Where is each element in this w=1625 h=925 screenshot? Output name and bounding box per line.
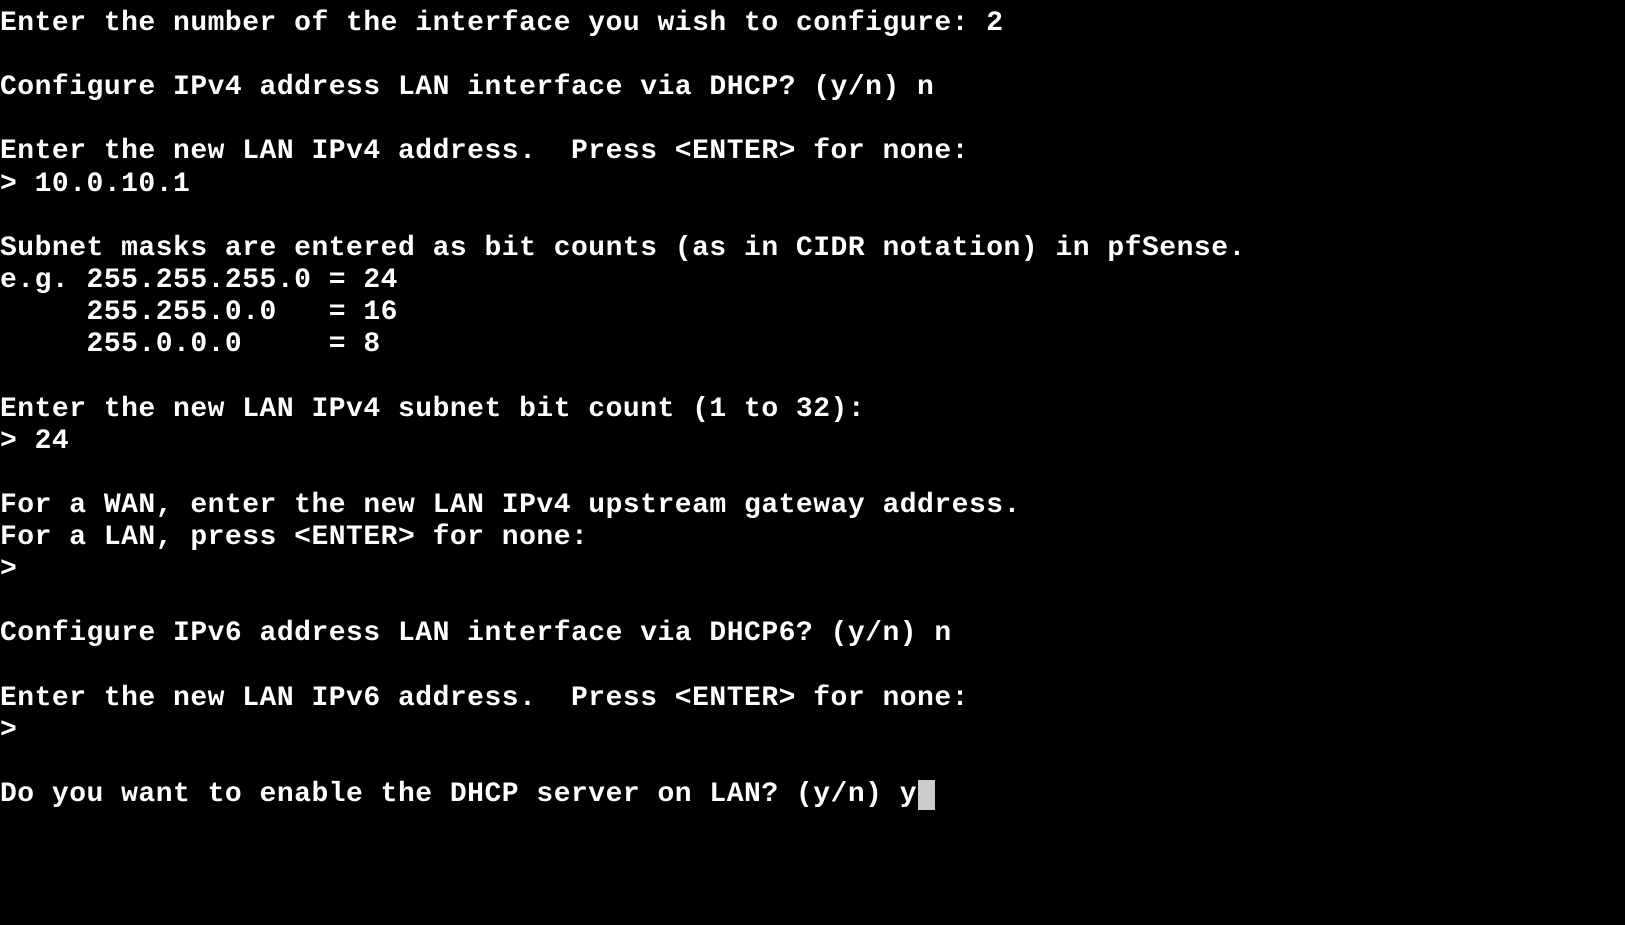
terminal-user-input: n xyxy=(917,72,934,103)
terminal-line-23 xyxy=(0,747,1625,779)
terminal-text: > xyxy=(0,169,35,200)
terminal-line-5: > 10.0.10.1 xyxy=(0,169,1625,201)
terminal-text: Configure IPv4 address LAN interface via… xyxy=(0,72,917,103)
terminal-text: Enter the number of the interface you wi… xyxy=(0,8,986,39)
terminal-line-18 xyxy=(0,586,1625,618)
terminal-line-22: > xyxy=(0,715,1625,747)
terminal-line-15: For a WAN, enter the new LAN IPv4 upstre… xyxy=(0,490,1625,522)
terminal-line-14 xyxy=(0,458,1625,490)
terminal-line-3 xyxy=(0,104,1625,136)
terminal-text: > xyxy=(0,554,35,585)
terminal-line-16: For a LAN, press <ENTER> for none: xyxy=(0,522,1625,554)
terminal-text: For a LAN, press <ENTER> for none: xyxy=(0,522,588,553)
terminal-line-7: Subnet masks are entered as bit counts (… xyxy=(0,233,1625,265)
terminal-line-21: Enter the new LAN IPv6 address. Press <E… xyxy=(0,683,1625,715)
terminal-line-4: Enter the new LAN IPv4 address. Press <E… xyxy=(0,136,1625,168)
terminal-text: Subnet masks are entered as bit counts (… xyxy=(0,233,1246,264)
terminal-text: Enter the new LAN IPv6 address. Press <E… xyxy=(0,683,969,714)
terminal-text: Configure IPv6 address LAN interface via… xyxy=(0,618,934,649)
terminal-text: > xyxy=(0,426,35,457)
terminal-text: e.g. 255.255.255.0 = 24 xyxy=(0,265,398,296)
terminal-text: Enter the new LAN IPv4 subnet bit count … xyxy=(0,394,865,425)
terminal-line-6 xyxy=(0,201,1625,233)
terminal-line-10: 255.0.0.0 = 8 xyxy=(0,329,1625,361)
terminal-line-2: Configure IPv4 address LAN interface via… xyxy=(0,72,1625,104)
terminal-line-20 xyxy=(0,651,1625,683)
terminal-line-24[interactable]: Do you want to enable the DHCP server on… xyxy=(0,779,1625,811)
terminal-line-17: > xyxy=(0,554,1625,586)
terminal-console[interactable]: Enter the number of the interface you wi… xyxy=(0,8,1625,811)
terminal-line-0: Enter the number of the interface you wi… xyxy=(0,8,1625,40)
terminal-line-1 xyxy=(0,40,1625,72)
terminal-line-12: Enter the new LAN IPv4 subnet bit count … xyxy=(0,394,1625,426)
terminal-text: Do you want to enable the DHCP server on… xyxy=(0,779,900,810)
terminal-user-input: 24 xyxy=(35,426,70,457)
terminal-text: Enter the new LAN IPv4 address. Press <E… xyxy=(0,136,969,167)
terminal-cursor-icon xyxy=(918,780,935,810)
terminal-line-13: > 24 xyxy=(0,426,1625,458)
terminal-user-input: n xyxy=(934,618,951,649)
terminal-text: 255.255.0.0 = 16 xyxy=(0,297,398,328)
terminal-line-8: e.g. 255.255.255.0 = 24 xyxy=(0,265,1625,297)
terminal-line-11 xyxy=(0,362,1625,394)
terminal-text: > xyxy=(0,715,35,746)
terminal-user-input: 10.0.10.1 xyxy=(35,169,191,200)
terminal-line-9: 255.255.0.0 = 16 xyxy=(0,297,1625,329)
terminal-text: For a WAN, enter the new LAN IPv4 upstre… xyxy=(0,490,1021,521)
terminal-text: 255.0.0.0 = 8 xyxy=(0,329,381,360)
terminal-line-19: Configure IPv6 address LAN interface via… xyxy=(0,618,1625,650)
terminal-user-input: 2 xyxy=(986,8,1003,39)
terminal-user-input[interactable]: y xyxy=(900,779,917,810)
